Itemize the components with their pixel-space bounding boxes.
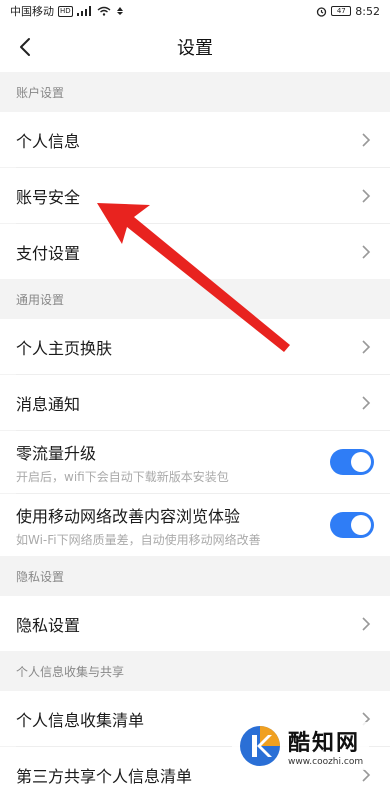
section-header-privacy: 隐私设置 [0,556,390,596]
hd-badge: HD [58,5,73,17]
row-label: 隐私设置 [16,615,81,635]
row-label: 使用移动网络改善内容浏览体验 [16,506,241,526]
row-mobile-network-improve: 使用移动网络改善内容浏览体验 如Wi-Fi下网络质量差，自动使用移动网络改善 [0,494,390,556]
watermark-url: www.coozhi.com [288,757,364,767]
section-header-collection: 个人信息收集与共享 [0,651,390,691]
row-sublabel: 开启后，wifi下会自动下载新版本安装包 [16,469,229,484]
chevron-right-icon [362,244,371,259]
row-homepage-skin[interactable]: 个人主页换肤 [0,319,390,374]
row-label: 零流量升级 [16,443,97,463]
coozhi-logo-icon [240,726,280,766]
row-label: 第三方共享个人信息清单 [16,766,193,786]
row-label: 个人信息收集清单 [16,710,145,730]
clock-label: 8:52 [355,4,380,18]
row-zero-data-upgrade: 零流量升级 开启后，wifi下会自动下载新版本安装包 [0,431,390,493]
data-icon [116,7,123,15]
row-label: 支付设置 [16,243,81,263]
row-label: 个人信息 [16,131,81,151]
row-personal-info[interactable]: 个人信息 [0,112,390,167]
chevron-right-icon [362,339,371,354]
carrier-label: 中国移动 [10,5,54,18]
toggle-knob [351,452,371,472]
status-bar: 中国移动 HD 47 8:52 [0,0,390,22]
watermark-name: 酷知网 [288,731,361,756]
section-header-general: 通用设置 [0,279,390,319]
row-label: 消息通知 [16,394,81,414]
toggle-knob [351,515,371,535]
row-privacy-settings[interactable]: 隐私设置 [0,596,390,651]
row-label: 个人主页换肤 [16,338,113,358]
zero-data-upgrade-toggle[interactable] [330,449,374,475]
mobile-network-improve-toggle[interactable] [330,512,374,538]
row-notifications[interactable]: 消息通知 [0,375,390,430]
chevron-right-icon [362,188,371,203]
row-label: 账号安全 [16,187,81,207]
battery-icon: 47 [331,6,352,16]
row-sublabel: 如Wi-Fi下网络质量差，自动使用移动网络改善 [16,532,261,547]
back-arrow-icon[interactable] [14,35,38,59]
row-account-security[interactable]: 账号安全 [0,168,390,223]
section-header-account: 账户设置 [0,72,390,112]
chevron-right-icon [362,616,371,631]
page-title: 设置 [177,38,213,59]
alarm-icon [317,6,327,17]
watermark: 酷知网 www.coozhi.com [232,722,370,770]
chevron-right-icon [362,132,371,147]
signal-icon [76,6,91,16]
chevron-right-icon [362,395,371,410]
row-payment-settings[interactable]: 支付设置 [0,224,390,279]
wifi-icon [97,6,111,16]
nav-bar: 设置 [0,22,390,72]
